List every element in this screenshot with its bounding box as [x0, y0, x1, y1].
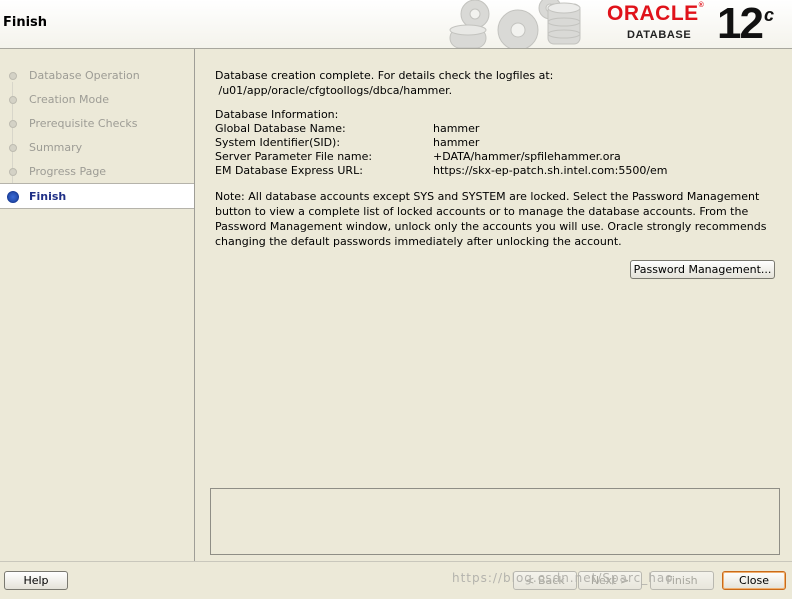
oracle-database-logo: ORACLE® DATABASE 12 c — [605, 0, 792, 48]
step-label: Database Operation — [29, 69, 140, 82]
step-label: Finish — [29, 190, 67, 203]
step-creation-mode[interactable]: Creation Mode — [0, 87, 194, 111]
message-panel — [210, 488, 780, 555]
steps-sidebar: Database Operation Creation Mode Prerequ… — [0, 49, 195, 561]
step-finish[interactable]: Finish — [0, 183, 194, 209]
page-title: Finish — [3, 15, 48, 30]
step-done-dot-icon — [9, 72, 17, 80]
step-prerequisite-checks[interactable]: Prerequisite Checks — [0, 111, 194, 135]
close-button[interactable]: Close — [722, 571, 786, 590]
info-value: https://skx-ep-patch.sh.intel.com:5500/e… — [433, 164, 668, 177]
step-done-dot-icon — [9, 96, 17, 104]
gears-icon — [449, 0, 581, 48]
info-label: EM Database Express URL: — [215, 164, 363, 177]
info-row-global-name: Global Database Name: hammer — [215, 122, 775, 136]
completion-message: Database creation complete. For details … — [215, 68, 785, 98]
header-bar: Finish ORACLE® DATABASE 12 c — [0, 0, 792, 49]
step-label: Progress Page — [29, 165, 107, 178]
info-value: hammer — [433, 136, 480, 149]
info-value: hammer — [433, 122, 480, 135]
info-row-sid: System Identifier(SID): hammer — [215, 136, 775, 150]
logfile-path: /u01/app/oracle/cfgtoollogs/dbca/hammer. — [215, 84, 453, 97]
password-note: Note: All database accounts except SYS a… — [215, 190, 767, 248]
info-row-em-url: EM Database Express URL: https://skx-ep-… — [215, 164, 775, 178]
step-label: Creation Mode — [29, 93, 110, 106]
step-summary[interactable]: Summary — [0, 135, 194, 159]
info-label: Global Database Name: — [215, 122, 346, 135]
footer-divider — [0, 561, 792, 562]
step-done-dot-icon — [9, 168, 17, 176]
info-heading: Database Information: — [215, 108, 339, 121]
completion-line: Database creation complete. For details … — [215, 69, 554, 82]
watermark-text: https://blog.csdn.net/Sparc_hao — [452, 571, 674, 585]
step-progress-page[interactable]: Progress Page — [0, 159, 194, 183]
info-label: Server Parameter File name: — [215, 150, 373, 163]
info-row-spfile: Server Parameter File name: +DATA/hammer… — [215, 150, 775, 164]
password-management-button[interactable]: Password Management... — [630, 260, 775, 279]
step-database-operation[interactable]: Database Operation — [0, 63, 194, 87]
step-done-dot-icon — [9, 144, 17, 152]
oracle-wordmark: ORACLE® — [607, 2, 705, 25]
info-label: System Identifier(SID): — [215, 136, 341, 149]
step-current-dot-icon — [7, 191, 19, 203]
help-button[interactable]: Help — [4, 571, 68, 590]
database-info-section: Database Information: Global Database Na… — [215, 108, 775, 178]
step-label: Prerequisite Checks — [29, 117, 138, 130]
version-mark: 12 c — [717, 0, 774, 48]
database-wordmark: DATABASE — [627, 29, 692, 41]
step-done-dot-icon — [9, 120, 17, 128]
info-value: +DATA/hammer/spfilehammer.ora — [433, 150, 621, 163]
step-label: Summary — [29, 141, 83, 154]
